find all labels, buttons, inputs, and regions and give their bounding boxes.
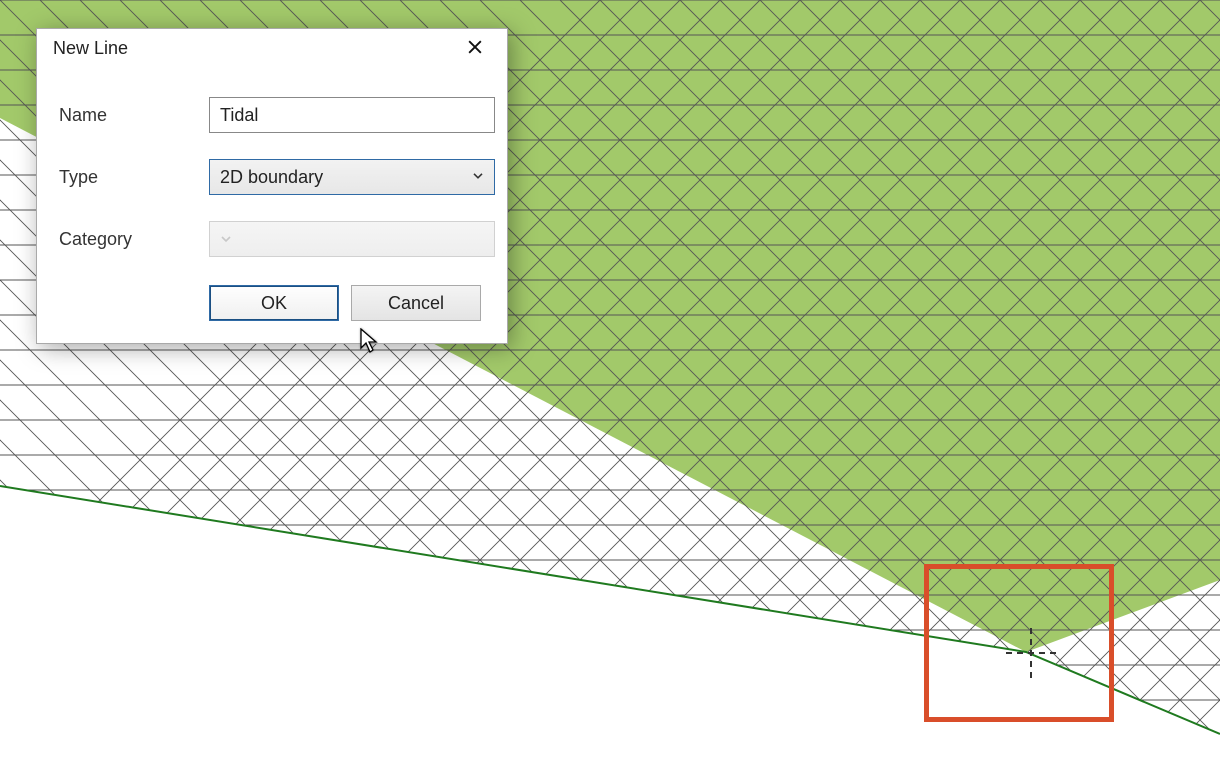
dialog-titlebar[interactable]: New Line xyxy=(37,29,507,69)
ok-button-label: OK xyxy=(261,293,287,314)
category-dropdown-disabled xyxy=(209,221,495,257)
new-line-dialog: New Line Name Type 2D boundary Category xyxy=(36,28,508,344)
label-name: Name xyxy=(59,105,209,126)
close-icon xyxy=(468,38,482,59)
chevron-down-icon xyxy=(472,170,484,182)
name-input[interactable] xyxy=(209,97,495,133)
cancel-button-label: Cancel xyxy=(388,293,444,314)
dialog-form: Name Type 2D boundary Category xyxy=(37,69,507,257)
mesh-corner-highlight-box xyxy=(924,564,1114,722)
dialog-button-row: OK Cancel xyxy=(37,285,507,343)
type-dropdown-value: 2D boundary xyxy=(220,167,323,188)
label-type: Type xyxy=(59,167,209,188)
dialog-title: New Line xyxy=(53,38,453,59)
chevron-down-icon xyxy=(220,233,232,245)
dialog-close-button[interactable] xyxy=(453,34,497,64)
type-dropdown[interactable]: 2D boundary xyxy=(209,159,495,195)
boundary-snap-crosshair-icon xyxy=(1006,628,1056,678)
ok-button[interactable]: OK xyxy=(209,285,339,321)
label-category: Category xyxy=(59,229,209,250)
cancel-button[interactable]: Cancel xyxy=(351,285,481,321)
